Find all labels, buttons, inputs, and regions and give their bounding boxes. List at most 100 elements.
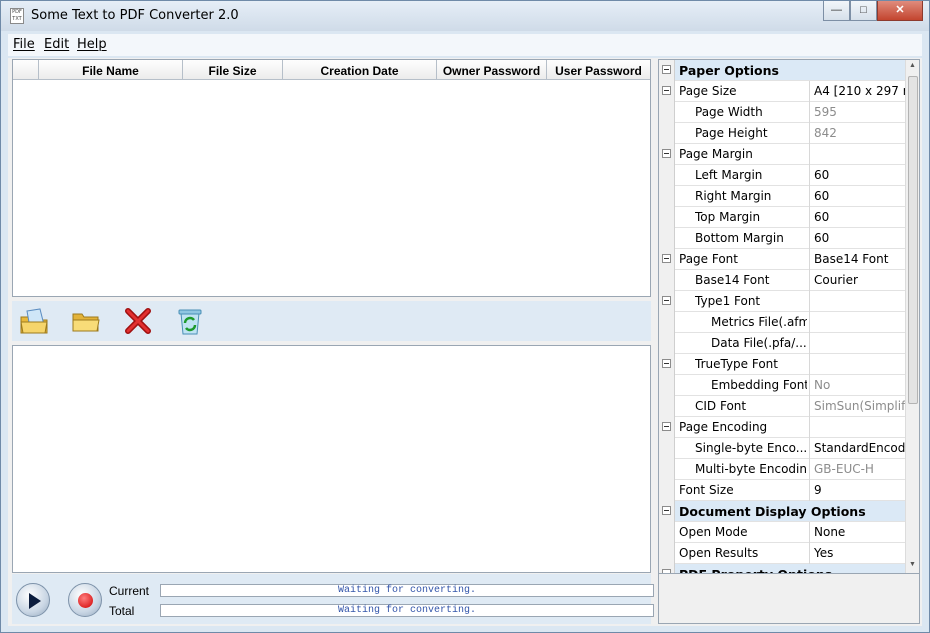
property-value[interactable] [809, 354, 906, 375]
property-value[interactable]: A4 [210 x 297 mm] [809, 81, 906, 102]
property-gutter [659, 249, 675, 270]
add-folder-button[interactable] [70, 305, 102, 337]
property-row[interactable]: Top Margin 60 [659, 207, 906, 228]
property-value[interactable]: 60 [809, 165, 906, 186]
property-value[interactable] [809, 291, 906, 312]
property-row[interactable]: Page Width 595 [659, 102, 906, 123]
property-value[interactable] [809, 417, 906, 438]
collapse-icon[interactable] [662, 296, 671, 305]
property-gutter [659, 228, 675, 249]
property-row[interactable]: Metrics File(.afm) [659, 312, 906, 333]
property-value[interactable]: No [809, 375, 906, 396]
current-label: Current [109, 584, 150, 598]
collapse-icon[interactable] [662, 65, 671, 74]
property-row[interactable]: Page Size A4 [210 x 297 mm] [659, 81, 906, 102]
column-header-creation-date[interactable]: Creation Date [283, 60, 437, 80]
collapse-icon[interactable] [662, 149, 671, 158]
property-gutter [659, 417, 675, 438]
property-row[interactable]: Multi-byte Encoding GB-EUC-H [659, 459, 906, 480]
property-name: Top Margin [695, 210, 761, 224]
property-row[interactable]: Open Results Yes [659, 543, 906, 564]
scroll-up-icon[interactable]: ▲ [909, 62, 916, 69]
property-row[interactable]: Bottom Margin 60 [659, 228, 906, 249]
menu-file[interactable]: File [13, 37, 35, 52]
property-value[interactable] [809, 333, 906, 354]
property-value[interactable]: Courier [809, 270, 906, 291]
scroll-down-icon[interactable]: ▼ [909, 561, 916, 568]
collapse-icon[interactable] [662, 506, 671, 515]
close-button[interactable]: ✕ [877, 1, 923, 21]
property-row[interactable]: Right Margin 60 [659, 186, 906, 207]
property-name: Document Display Options [679, 504, 866, 519]
property-row[interactable]: Page Height 842 [659, 123, 906, 144]
property-row[interactable]: Type1 Font [659, 291, 906, 312]
property-value[interactable]: 60 [809, 228, 906, 249]
scrollbar-thumb[interactable] [908, 76, 918, 404]
property-row[interactable]: Font Size 9 [659, 480, 906, 501]
title-bar[interactable]: PDF TXT Some Text to PDF Converter 2.0 —… [1, 1, 929, 31]
property-row[interactable]: Open Mode None [659, 522, 906, 543]
property-value[interactable]: GB-EUC-H [809, 459, 906, 480]
remove-file-button[interactable] [122, 305, 154, 337]
property-value[interactable]: 9 [809, 480, 906, 501]
column-header-select[interactable] [13, 60, 39, 80]
property-value[interactable]: 842 [809, 123, 906, 144]
menu-bar: File Edit Help [8, 34, 922, 56]
property-category[interactable]: Paper Options [659, 60, 906, 81]
property-name: Open Results [679, 546, 759, 560]
maximize-button[interactable]: □ [850, 1, 877, 21]
clear-list-button[interactable] [174, 305, 206, 337]
property-row[interactable]: TrueType Font [659, 354, 906, 375]
property-row[interactable]: Embedding Font No [659, 375, 906, 396]
property-name: Page Encoding [679, 420, 768, 434]
property-gutter [659, 564, 675, 573]
add-file-button[interactable] [18, 305, 50, 337]
property-category[interactable]: PDF Property Options [659, 564, 906, 573]
property-row[interactable]: Base14 Font Courier [659, 270, 906, 291]
property-name: Left Margin [695, 168, 763, 182]
app-window: PDF TXT Some Text to PDF Converter 2.0 —… [0, 0, 930, 633]
stop-button[interactable] [68, 583, 102, 617]
property-gutter [659, 375, 675, 396]
property-value[interactable]: None [809, 522, 906, 543]
property-value[interactable]: Base14 Font [809, 249, 906, 270]
property-row[interactable]: Data File(.pfa/... [659, 333, 906, 354]
property-value[interactable]: 60 [809, 207, 906, 228]
collapse-icon[interactable] [662, 359, 671, 368]
start-button[interactable] [16, 583, 50, 617]
property-row[interactable]: Left Margin 60 [659, 165, 906, 186]
property-value[interactable]: 595 [809, 102, 906, 123]
property-gutter [659, 459, 675, 480]
property-value[interactable]: StandardEncoding [809, 438, 906, 459]
minimize-button[interactable]: — [823, 1, 850, 21]
column-header-user-password[interactable]: User Password [547, 60, 650, 80]
property-value[interactable] [809, 144, 906, 165]
property-gutter [659, 81, 675, 102]
collapse-icon[interactable] [662, 86, 671, 95]
property-grid-scrollbar[interactable]: ▲ ▼ [905, 60, 919, 573]
property-grid[interactable]: Paper OptionsPage SizeA4 [210 x 297 mm]P… [658, 59, 920, 574]
property-row[interactable]: Page Encoding [659, 417, 906, 438]
property-row[interactable]: CID Font SimSun(Simplified) [659, 396, 906, 417]
property-name: Right Margin [695, 189, 772, 203]
collapse-icon[interactable] [662, 422, 671, 431]
menu-help[interactable]: Help [77, 37, 107, 52]
property-gutter [659, 543, 675, 564]
property-row[interactable]: Page Margin [659, 144, 906, 165]
property-row[interactable]: Page Font Base14 Font [659, 249, 906, 270]
collapse-icon[interactable] [662, 254, 671, 263]
log-view[interactable] [12, 345, 651, 573]
property-value[interactable]: SimSun(Simplified) [809, 396, 906, 417]
column-header-file-size[interactable]: File Size [183, 60, 283, 80]
property-value[interactable]: 60 [809, 186, 906, 207]
menu-edit[interactable]: Edit [44, 37, 69, 52]
property-category[interactable]: Document Display Options [659, 501, 906, 522]
delete-icon [125, 308, 151, 334]
property-row[interactable]: Single-byte Enco...StandardEncoding [659, 438, 906, 459]
property-gutter [659, 480, 675, 501]
property-value[interactable]: Yes [809, 543, 906, 564]
file-list[interactable]: File Name File Size Creation Date Owner … [12, 59, 651, 297]
column-header-file-name[interactable]: File Name [39, 60, 183, 80]
column-header-owner-password[interactable]: Owner Password [437, 60, 547, 80]
property-value[interactable] [809, 312, 906, 333]
